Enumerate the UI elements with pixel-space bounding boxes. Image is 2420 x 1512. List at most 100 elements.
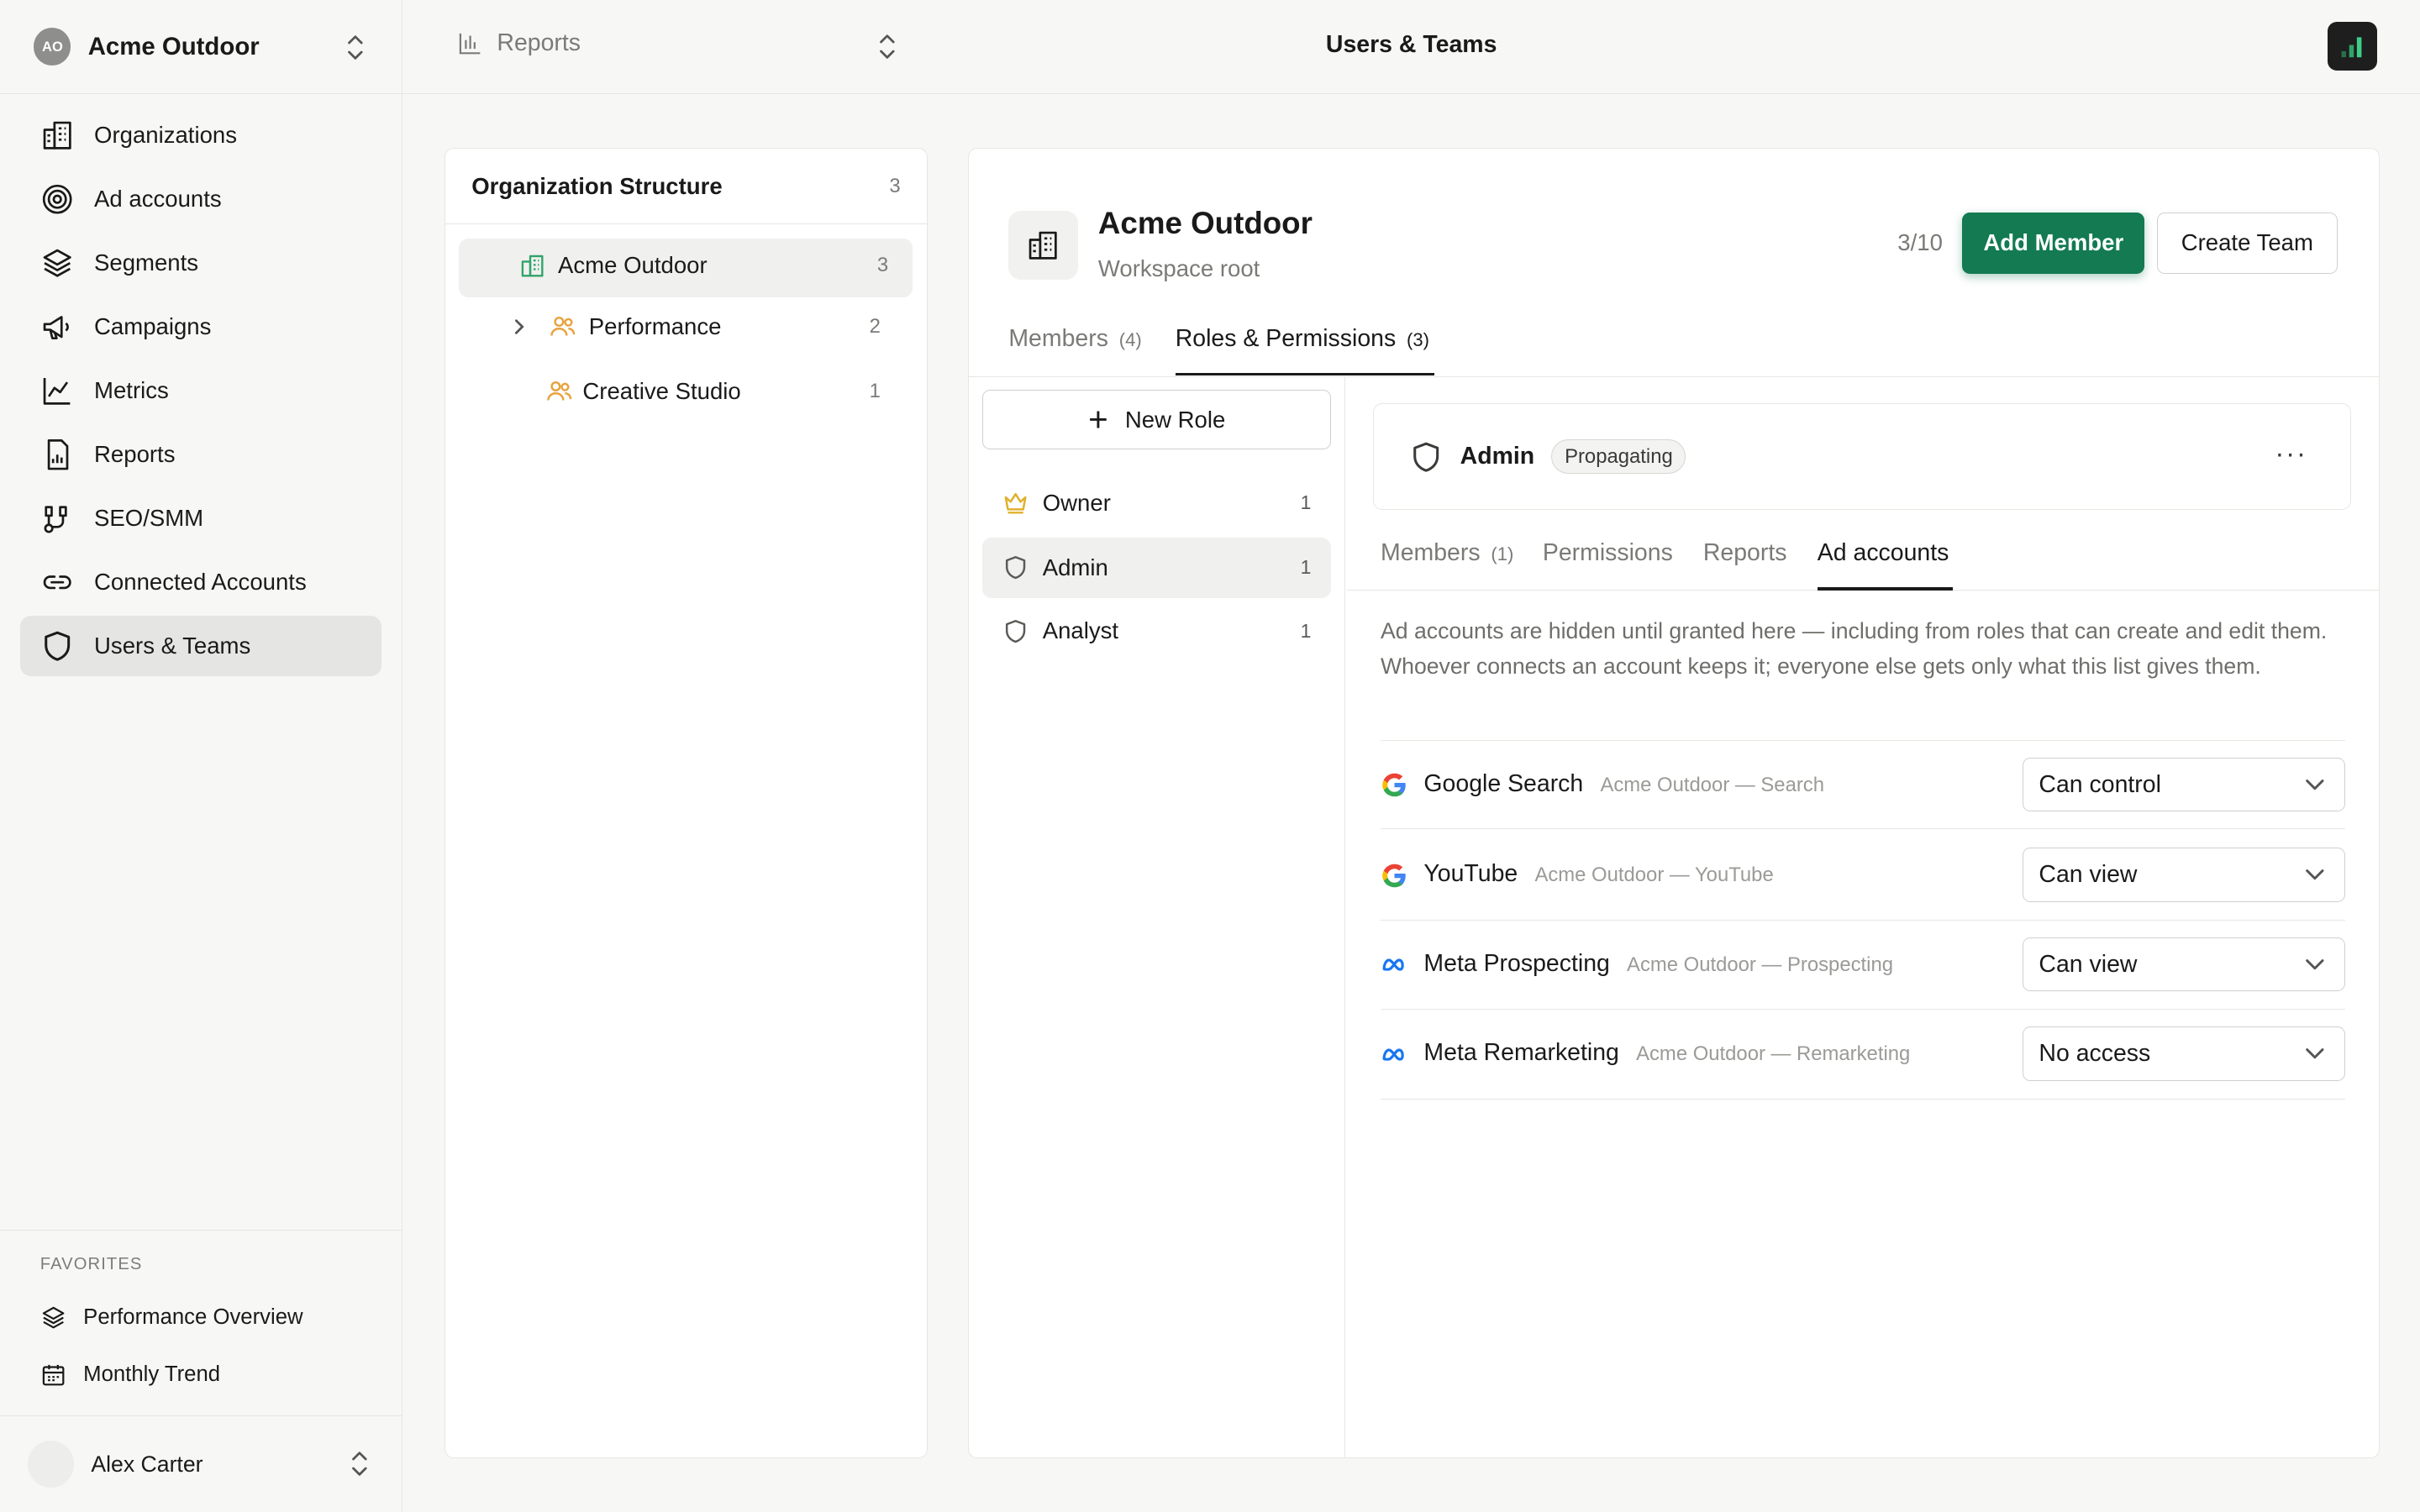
new-role-label: New Role <box>1124 406 1226 433</box>
tree-item-count: 2 <box>869 314 881 338</box>
ad-account-name-text: Meta Remarketing <box>1423 1039 1619 1067</box>
role-item-analyst[interactable]: Analyst 1 <box>982 601 1331 661</box>
access-level-value: Can view <box>2039 950 2138 978</box>
ad-account-subtitle: Acme Outdoor — Search <box>1600 773 1824 796</box>
meta-icon <box>1382 958 1404 971</box>
chevron-right-icon[interactable] <box>510 318 529 336</box>
ad-account-row-google-search: Google Search Acme Outdoor — Search Can c… <box>1381 739 2345 830</box>
role-item-admin[interactable]: Admin 1 <box>982 538 1332 598</box>
sidebar-item-seo-smm[interactable]: SEO/SMM <box>20 488 381 549</box>
target-icon <box>42 184 72 214</box>
status-badge: Propagating <box>1551 439 1686 475</box>
favorite-performance-overview[interactable]: Performance Overview <box>40 1305 303 1331</box>
favorite-label: Monthly Trend <box>83 1362 221 1387</box>
role-count: 1 <box>1300 491 1312 514</box>
role-label: Admin <box>1042 554 1108 580</box>
sidebar-item-reports[interactable]: Reports <box>20 424 381 485</box>
sidebar-item-ad-accounts[interactable]: Ad accounts <box>20 169 381 229</box>
sidebar-item-connected-accounts[interactable]: Connected Accounts <box>20 552 381 612</box>
report-icon <box>47 438 69 470</box>
ad-account-name: Google Search Acme Outdoor — Search <box>1423 770 1824 798</box>
tree-item-label: Creative Studio <box>582 377 741 404</box>
tree-item-acme-outdoor[interactable]: Acme Outdoor 3 <box>519 252 905 279</box>
more-options-icon[interactable]: ··· <box>2275 438 2307 470</box>
org-name: Acme Outdoor <box>87 32 260 60</box>
layers-icon <box>42 1306 65 1329</box>
brand-logo[interactable] <box>2327 21 2377 71</box>
topbar: Reports Users & Teams <box>402 0 2420 95</box>
google-icon <box>1382 864 1406 888</box>
sidebar-item-label: Campaigns <box>94 312 212 339</box>
workspace-title: Acme Outdoor <box>1097 206 1313 241</box>
chevron-down-icon <box>2306 869 2324 880</box>
page-title: Users & Teams <box>1325 30 1497 58</box>
subtab-permissions[interactable]: Permissions <box>1543 539 1673 567</box>
tree-item-performance[interactable]: Performance 2 <box>510 312 905 340</box>
shield-icon <box>1005 619 1026 643</box>
create-team-button[interactable]: Create Team <box>2156 212 2338 275</box>
favorite-label: Performance Overview <box>83 1305 303 1330</box>
access-level-value: No access <box>2039 1040 2151 1068</box>
sidebar-item-label: Connected Accounts <box>94 568 307 595</box>
ad-account-row-meta-prospecting: Meta Prospecting Acme Outdoor — Prospecti… <box>1381 921 2345 1011</box>
shield-icon <box>1005 556 1026 580</box>
ad-account-subtitle: Acme Outdoor — YouTube <box>1534 864 1774 887</box>
sidebar-item-label: Reports <box>94 440 176 467</box>
sidebar-item-label: Segments <box>94 249 199 276</box>
user-menu[interactable]: Alex Carter <box>28 1438 382 1490</box>
subtab-label: Permissions <box>1542 538 1673 566</box>
access-level-select[interactable]: No access <box>2023 1026 2345 1081</box>
shield-icon <box>44 631 70 661</box>
role-subtabs: Members (1) Permissions Reports Ad accou… <box>1346 532 2380 591</box>
ad-account-name-text: YouTube <box>1423 860 1518 888</box>
chevron-down-icon <box>2306 959 2324 970</box>
add-member-button[interactable]: Add Member <box>1962 212 2145 275</box>
org-structure-title: Organization Structure <box>471 172 723 199</box>
access-level-select[interactable]: Can view <box>2023 848 2345 902</box>
role-label: Analyst <box>1042 617 1119 644</box>
access-level-select[interactable]: Can control <box>2023 757 2345 812</box>
workspace-subtitle: Workspace root <box>1097 255 1260 282</box>
sidebar-item-label: Users & Teams <box>94 632 251 659</box>
sidebar-item-organizations[interactable]: Organizations <box>20 105 381 165</box>
tree-item-count: 1 <box>869 379 881 402</box>
subtab-reports[interactable]: Reports <box>1703 539 1787 567</box>
role-detail: Admin Propagating ··· Members (1) Permis… <box>1346 377 2380 1457</box>
tab-roles-permissions[interactable]: Roles & Permissions (3) <box>1176 325 1429 353</box>
sidebar-item-label: SEO/SMM <box>94 504 204 531</box>
subtab-members[interactable]: Members (1) <box>1381 539 1513 567</box>
ad-accounts-description: Ad accounts are hidden until granted her… <box>1381 618 2328 680</box>
tree-item-creative-studio[interactable]: Creative Studio 1 <box>545 377 905 405</box>
ad-account-name: Meta Prospecting Acme Outdoor — Prospecti… <box>1423 950 1893 978</box>
new-role-button[interactable]: + New Role <box>982 389 1332 450</box>
tab-label: Roles & Permissions <box>1175 324 1397 352</box>
sidebar-item-users-teams[interactable]: Users & Teams <box>19 616 381 676</box>
org-switcher[interactable]: AO Acme Outdoor <box>0 0 403 95</box>
crown-icon <box>1004 493 1027 514</box>
tree-item-label: Acme Outdoor <box>558 252 708 279</box>
calendar-icon <box>42 1364 65 1386</box>
ad-account-subtitle: Acme Outdoor — Prospecting <box>1627 953 1893 976</box>
avatar <box>28 1441 75 1488</box>
favorites-section: FAVORITES Performance Overview Monthly T… <box>0 1229 403 1417</box>
sidebar-item-metrics[interactable]: Metrics <box>20 360 381 421</box>
chevron-updown-icon <box>352 1452 367 1477</box>
tab-members[interactable]: Members (4) <box>1008 325 1141 353</box>
line-chart-icon <box>43 377 71 405</box>
google-icon <box>1382 774 1406 797</box>
ad-account-name-text: Meta Prospecting <box>1423 949 1610 977</box>
favorite-monthly-trend[interactable]: Monthly Trend <box>40 1362 220 1388</box>
building-icon <box>1029 231 1058 260</box>
subtab-count: (1) <box>1491 543 1514 564</box>
signal-bars-icon <box>2341 37 2362 57</box>
sidebar-item-segments[interactable]: Segments <box>20 233 381 293</box>
subtab-ad-accounts[interactable]: Ad accounts <box>1818 539 1949 567</box>
sidebar-item-campaigns[interactable]: Campaigns <box>20 297 381 357</box>
access-level-select[interactable]: Can view <box>2023 937 2345 992</box>
team-icon <box>550 316 576 336</box>
member-quota: 3/10 <box>1897 228 1943 255</box>
role-header-card: Admin Propagating ··· <box>1372 403 2352 511</box>
chevron-down-icon <box>2306 780 2324 790</box>
role-item-owner[interactable]: Owner 1 <box>982 473 1331 533</box>
meta-icon <box>1382 1048 1404 1061</box>
